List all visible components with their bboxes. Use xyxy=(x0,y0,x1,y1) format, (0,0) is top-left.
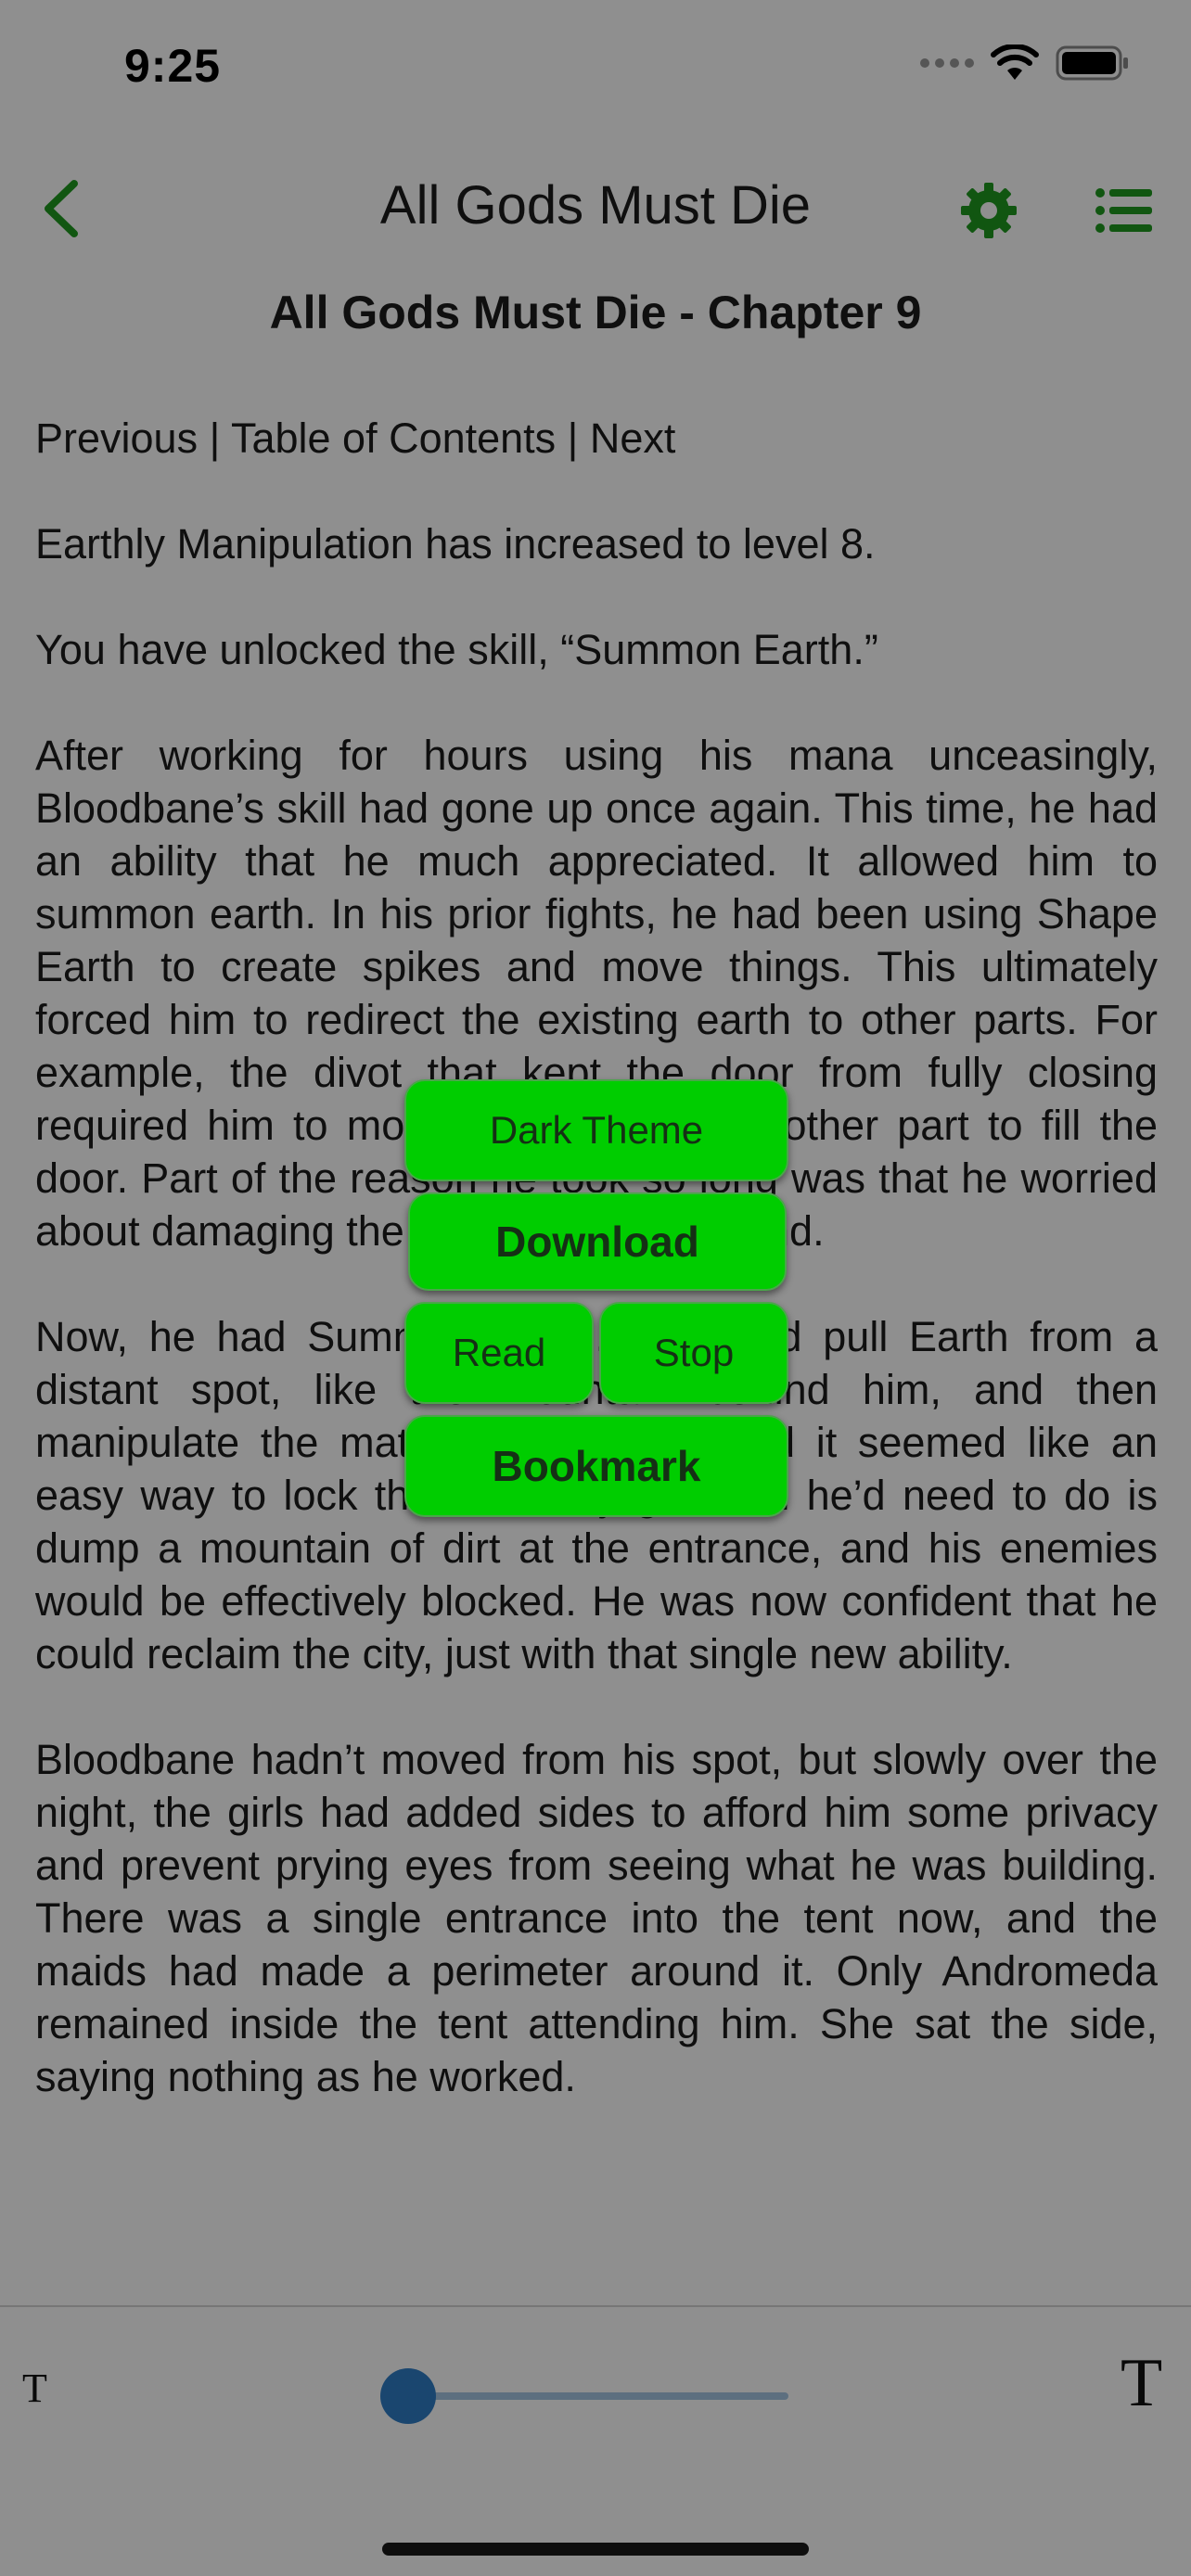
reader-screen: 9:25 All Gods Must Die All Gods Must Die… xyxy=(0,0,1191,2576)
read-button[interactable]: Read xyxy=(404,1302,594,1404)
dark-theme-button[interactable]: Dark Theme xyxy=(404,1079,788,1181)
download-button[interactable]: Download xyxy=(408,1192,787,1291)
bookmark-button[interactable]: Bookmark xyxy=(404,1415,788,1517)
stop-button[interactable]: Stop xyxy=(599,1302,788,1404)
